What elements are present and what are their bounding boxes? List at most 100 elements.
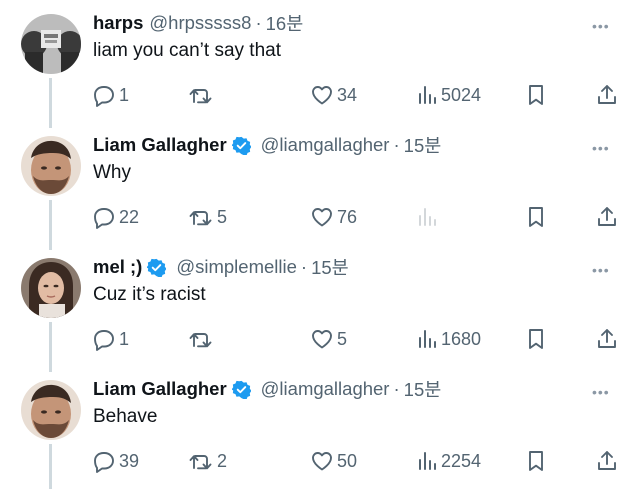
tweet[interactable]: Liam Gallagher @liamgallagher · 15분 ••• … [0, 122, 640, 250]
share-icon [598, 85, 616, 104]
like-icon [312, 86, 332, 105]
verified-badge-icon [147, 258, 167, 277]
tweet-header: Liam Gallagher @liamgallagher · 15분 [93, 376, 441, 402]
like-count: 76 [337, 206, 358, 227]
timestamp[interactable]: 15분 [404, 132, 442, 158]
reply-icon [94, 86, 114, 107]
tweet[interactable]: harps @hrpsssss8 · 16분 ••• liam you can’… [0, 0, 640, 128]
like-count: 5 [337, 328, 348, 349]
bookmark-button[interactable] [525, 326, 547, 352]
avatar[interactable] [21, 258, 81, 318]
retweet-button[interactable]: 5 [188, 204, 227, 230]
author-name[interactable]: harps [93, 12, 143, 34]
action-bar: 22 5 76 [0, 204, 640, 230]
timestamp[interactable]: 15분 [311, 254, 349, 280]
reply-button[interactable]: 1 [92, 82, 129, 108]
like-icon [312, 452, 332, 471]
retweet-count: 2 [217, 450, 228, 471]
retweet-button[interactable]: 2 [188, 448, 227, 474]
like-count: 50 [337, 450, 358, 471]
verified-badge-icon [231, 136, 251, 155]
like-button[interactable]: 50 [310, 448, 357, 474]
share-button[interactable] [596, 448, 618, 474]
bookmark-button[interactable] [525, 204, 547, 230]
view-count: 2254 [441, 450, 482, 471]
more-icon[interactable]: ••• [592, 384, 610, 400]
avatar[interactable] [21, 380, 81, 440]
more-icon[interactable]: ••• [592, 140, 610, 156]
author-name[interactable]: Liam Gallagher [93, 134, 227, 156]
views-button[interactable]: 1680 [416, 326, 481, 352]
share-button[interactable] [596, 326, 618, 352]
author-name[interactable]: Liam Gallagher [93, 378, 227, 400]
tweet-text: Cuz it’s racist [93, 284, 206, 305]
author-handle[interactable]: @liamgallagher [261, 134, 390, 156]
reply-icon [94, 330, 114, 351]
author-handle[interactable]: @simplemellie [176, 256, 297, 278]
retweet-icon [189, 211, 212, 226]
views-icon [419, 86, 436, 104]
bookmark-button[interactable] [525, 448, 547, 474]
views-icon [419, 208, 436, 226]
separator-dot: · [300, 256, 308, 277]
separator-dot: · [255, 12, 262, 33]
like-icon [312, 208, 332, 227]
views-button[interactable]: 2254 [416, 448, 481, 474]
timestamp[interactable]: 16분 [266, 10, 304, 36]
avatar[interactable] [21, 136, 81, 196]
like-button[interactable]: 34 [310, 82, 357, 108]
tweet-text: liam you can’t say that [93, 40, 281, 61]
like-button[interactable]: 76 [310, 204, 357, 230]
reply-button[interactable]: 1 [92, 326, 129, 352]
bookmark-icon [529, 329, 543, 349]
reply-count: 22 [119, 206, 140, 227]
views-button[interactable] [416, 204, 441, 230]
like-icon [312, 330, 332, 349]
tweet-text: Behave [93, 406, 158, 427]
bookmark-icon [529, 85, 543, 105]
verified-badge-icon [231, 380, 251, 399]
retweet-icon [189, 89, 212, 104]
retweet-button[interactable] [188, 82, 217, 108]
views-icon [419, 330, 436, 348]
tweet-header: harps @hrpsssss8 · 16분 [93, 10, 303, 36]
action-bar: 39 2 50 2254 [0, 448, 640, 474]
tweet-text: Why [93, 162, 131, 183]
reply-count: 1 [119, 328, 130, 349]
retweet-icon [189, 455, 212, 470]
tweet-header: Liam Gallagher @liamgallagher · 15분 [93, 132, 441, 158]
avatar[interactable] [21, 14, 81, 74]
share-button[interactable] [596, 204, 618, 230]
retweet-count: 5 [217, 206, 228, 227]
reply-count: 39 [119, 450, 140, 471]
author-handle[interactable]: @hrpsssss8 [149, 12, 251, 34]
bookmark-icon [529, 451, 543, 471]
separator-dot: · [393, 378, 400, 399]
views-icon [419, 452, 436, 470]
view-count: 1680 [441, 328, 482, 349]
view-count: 5024 [441, 84, 482, 105]
tweet[interactable]: Liam Gallagher @liamgallagher · 15분 ••• … [0, 366, 640, 489]
action-bar: 1 5 1680 [0, 326, 640, 352]
retweet-button[interactable] [188, 326, 217, 352]
tweet-header: mel ;) @simplemellie · 15분 [93, 254, 349, 280]
tweet[interactable]: mel ;) @simplemellie · 15분 ••• Cuz it’s … [0, 244, 640, 372]
more-icon[interactable]: ••• [592, 262, 610, 278]
reply-button[interactable]: 39 [92, 448, 139, 474]
bookmark-button[interactable] [525, 82, 547, 108]
author-name[interactable]: mel ;) [93, 256, 142, 278]
reply-count: 1 [119, 84, 130, 105]
reply-button[interactable]: 22 [92, 204, 139, 230]
retweet-icon [189, 333, 212, 348]
share-icon [598, 329, 616, 348]
author-handle[interactable]: @liamgallagher [261, 378, 390, 400]
like-count: 34 [337, 84, 358, 105]
reply-icon [94, 452, 114, 473]
timestamp[interactable]: 15분 [404, 376, 442, 402]
share-icon [598, 451, 616, 470]
like-button[interactable]: 5 [310, 326, 347, 352]
share-button[interactable] [596, 82, 618, 108]
views-button[interactable]: 5024 [416, 82, 481, 108]
share-icon [598, 207, 616, 226]
more-icon[interactable]: ••• [592, 18, 610, 34]
